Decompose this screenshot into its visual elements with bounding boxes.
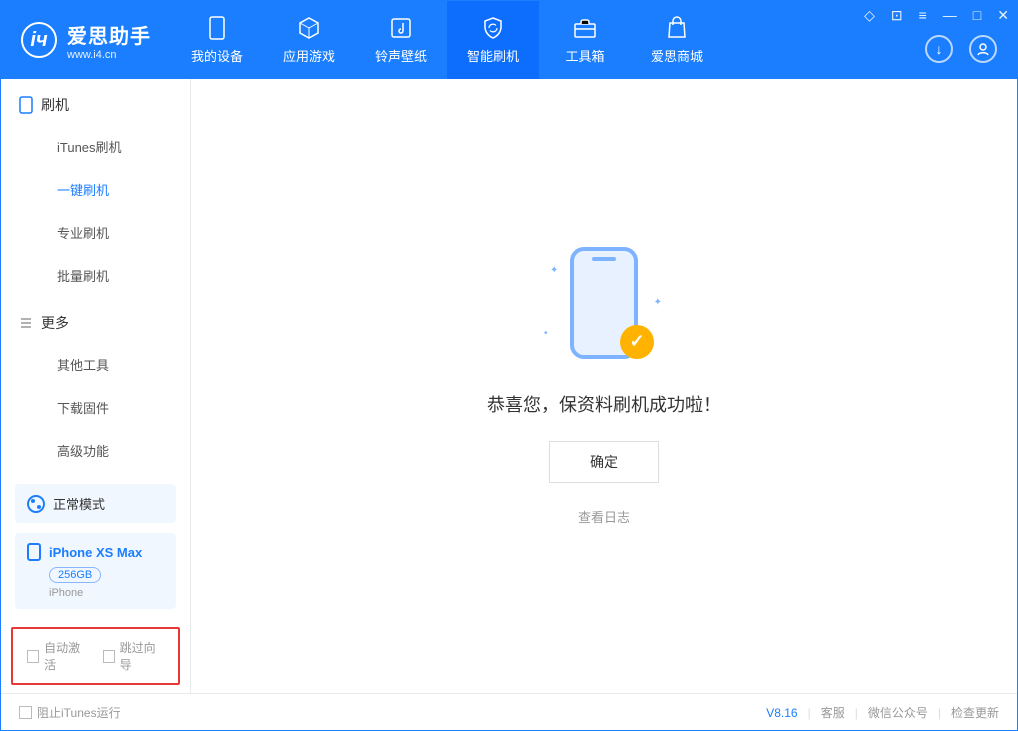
list-icon <box>19 316 33 330</box>
checkbox-skip-guide[interactable]: 跳过向导 <box>103 639 165 673</box>
nav-label: 智能刷机 <box>467 46 519 65</box>
section-title: 更多 <box>41 313 69 333</box>
sidebar-item-batch-flash[interactable]: 批量刷机 <box>57 254 190 297</box>
nav-label: 工具箱 <box>565 46 604 65</box>
nav-ringtones[interactable]: 铃声壁纸 <box>355 1 447 79</box>
checkbox-block-itunes[interactable]: 阻止iTunes运行 <box>19 704 121 721</box>
maximize-button[interactable]: □ <box>971 5 983 26</box>
main-nav: 我的设备 应用游戏 铃声壁纸 智能刷机 工具箱 爱思商城 <box>171 1 723 79</box>
header: iч 爱思助手 www.i4.cn 我的设备 应用游戏 铃声壁纸 智能刷机 工具… <box>1 1 1017 79</box>
sidebar-item-pro-flash[interactable]: 专业刷机 <box>57 211 190 254</box>
window-controls: ◇ ⊡ ≡ — □ ✕ <box>862 5 1011 26</box>
cube-icon <box>297 16 321 40</box>
nav-flash[interactable]: 智能刷机 <box>447 1 539 79</box>
toolbox-icon <box>573 16 597 40</box>
checkbox-auto-activate[interactable]: 自动激活 <box>27 639 89 673</box>
shirt-icon[interactable]: ◇ <box>862 5 877 26</box>
logo-subtitle: www.i4.cn <box>67 49 151 61</box>
download-button[interactable]: ↓ <box>925 35 953 63</box>
device-info[interactable]: iPhone XS Max 256GB iPhone <box>15 533 176 609</box>
check-icon: ✓ <box>620 325 654 359</box>
nav-store[interactable]: 爱思商城 <box>631 1 723 79</box>
sparkle-icon: • <box>544 328 548 339</box>
device-icon <box>205 16 229 40</box>
checkbox-label: 跳过向导 <box>120 639 164 673</box>
device-name: iPhone XS Max <box>49 545 142 560</box>
phone-icon <box>19 96 33 114</box>
flash-options: 自动激活 跳过向导 <box>11 627 180 685</box>
close-button[interactable]: ✕ <box>995 5 1011 26</box>
sidebar: 刷机 iTunes刷机 一键刷机 专业刷机 批量刷机 更多 其他工具 下载固件 … <box>1 79 191 693</box>
success-illustration: ✦ ✦ • ✓ <box>544 247 664 367</box>
mode-label: 正常模式 <box>53 494 105 513</box>
music-icon <box>389 16 413 40</box>
user-button[interactable] <box>969 35 997 63</box>
sparkle-icon: ✦ <box>654 297 662 308</box>
nav-label: 铃声壁纸 <box>375 46 427 65</box>
device-type: iPhone <box>49 587 164 599</box>
section-title: 刷机 <box>41 95 69 115</box>
sidebar-section-more: 更多 <box>1 297 190 343</box>
nav-label: 应用游戏 <box>283 46 335 65</box>
sidebar-item-other-tools[interactable]: 其他工具 <box>57 343 190 386</box>
footer-link-service[interactable]: 客服 <box>821 704 845 721</box>
logo[interactable]: iч 爱思助手 www.i4.cn <box>1 20 171 61</box>
checkbox-label: 阻止iTunes运行 <box>37 704 121 721</box>
bag-icon <box>665 16 689 40</box>
menu-icon[interactable]: ≡ <box>917 5 929 26</box>
logo-icon: iч <box>21 22 57 58</box>
checkbox-label: 自动激活 <box>44 639 88 673</box>
logo-title: 爱思助手 <box>67 20 151 49</box>
footer: 阻止iTunes运行 V8.16 | 客服 | 微信公众号 | 检查更新 <box>1 693 1017 731</box>
checkbox-icon <box>19 706 32 719</box>
view-log-link[interactable]: 查看日志 <box>578 507 630 526</box>
shield-refresh-icon <box>481 16 505 40</box>
mode-icon <box>27 495 45 513</box>
nav-label: 我的设备 <box>191 46 243 65</box>
feedback-icon[interactable]: ⊡ <box>889 5 905 26</box>
main-content: ✦ ✦ • ✓ 恭喜您，保资料刷机成功啦！ 确定 查看日志 <box>191 79 1017 693</box>
footer-link-update[interactable]: 检查更新 <box>951 704 999 721</box>
sidebar-item-itunes-flash[interactable]: iTunes刷机 <box>57 125 190 168</box>
checkbox-icon <box>103 650 115 663</box>
sidebar-item-download-firmware[interactable]: 下载固件 <box>57 386 190 429</box>
nav-my-device[interactable]: 我的设备 <box>171 1 263 79</box>
success-message: 恭喜您，保资料刷机成功啦！ <box>487 391 721 417</box>
ok-button[interactable]: 确定 <box>549 441 659 483</box>
minimize-button[interactable]: — <box>941 5 959 26</box>
footer-link-wechat[interactable]: 微信公众号 <box>868 704 928 721</box>
device-mode[interactable]: 正常模式 <box>15 484 176 523</box>
phone-icon <box>27 543 41 561</box>
sidebar-item-advanced[interactable]: 高级功能 <box>57 429 190 472</box>
checkbox-icon <box>27 650 39 663</box>
nav-toolbox[interactable]: 工具箱 <box>539 1 631 79</box>
version-label: V8.16 <box>766 706 797 720</box>
nav-apps[interactable]: 应用游戏 <box>263 1 355 79</box>
sidebar-item-oneclick-flash[interactable]: 一键刷机 <box>57 168 190 211</box>
storage-badge: 256GB <box>49 567 101 583</box>
sparkle-icon: ✦ <box>550 265 558 276</box>
header-actions: ↓ <box>925 35 997 63</box>
sidebar-section-flash: 刷机 <box>1 79 190 125</box>
nav-label: 爱思商城 <box>651 46 703 65</box>
